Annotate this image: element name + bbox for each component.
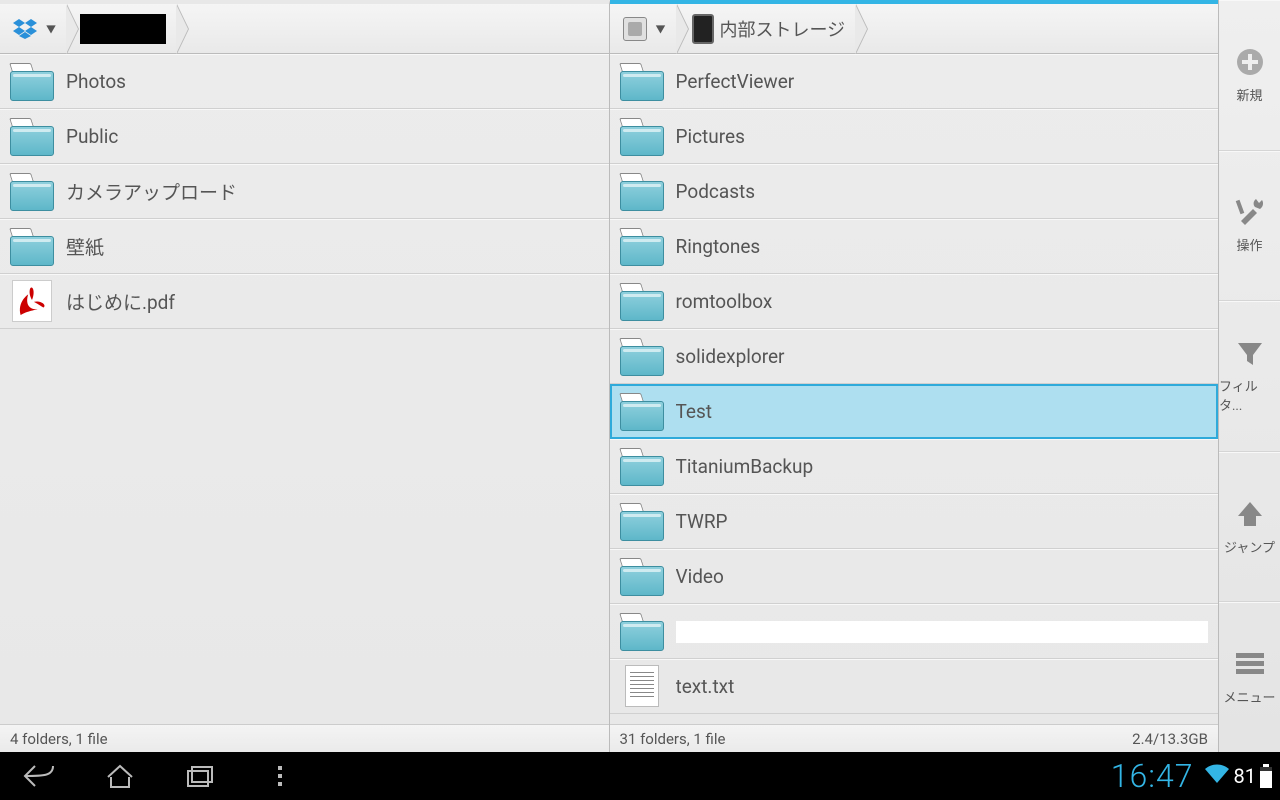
status-bar-left: 4 folders, 1 file bbox=[0, 724, 609, 752]
item-name: カメラアップロード bbox=[66, 178, 599, 205]
dropbox-icon bbox=[12, 16, 38, 42]
crumb-label: 内部ストレージ bbox=[720, 16, 846, 42]
item-name: Public bbox=[66, 125, 599, 148]
item-name: PerfectViewer bbox=[676, 70, 1209, 93]
file-list-right[interactable]: PerfectViewer Pictures Podcasts Ringtones ro… bbox=[610, 54, 1219, 724]
tools-icon bbox=[1235, 197, 1265, 227]
device-icon bbox=[690, 16, 716, 42]
item-name: はじめに.pdf bbox=[66, 288, 599, 315]
item-name: Ringtones bbox=[676, 235, 1209, 258]
left-pane: ▼ Photos Public カメラアップロード壁紙はじめに.pdf 4 fold… bbox=[0, 0, 610, 752]
pdf-icon bbox=[10, 280, 54, 324]
list-item[interactable]: Test bbox=[610, 384, 1219, 439]
list-item[interactable]: Photos bbox=[0, 54, 609, 109]
filter-icon bbox=[1235, 338, 1265, 368]
list-item[interactable]: TitaniumBackup bbox=[610, 439, 1219, 494]
list-item[interactable]: romtoolbox bbox=[610, 274, 1219, 329]
sidebar-label: 新規 bbox=[1236, 85, 1262, 104]
file-list-left[interactable]: Photos Public カメラアップロード壁紙はじめに.pdf bbox=[0, 54, 609, 724]
list-item[interactable]: Public bbox=[0, 109, 609, 164]
folder-icon bbox=[620, 445, 664, 489]
sidebar-menu-button[interactable]: メニュー bbox=[1219, 602, 1280, 752]
folder-icon bbox=[10, 60, 54, 104]
folder-icon bbox=[620, 225, 664, 269]
status-right-storage: 2.4/13.3GB bbox=[1132, 730, 1208, 748]
item-name: Podcasts bbox=[676, 180, 1209, 203]
status-bar-right: 31 folders, 1 file 2.4/13.3GB bbox=[610, 724, 1219, 752]
list-item[interactable]: Ringtones bbox=[610, 219, 1219, 274]
list-item[interactable]: TWRP bbox=[610, 494, 1219, 549]
crumb-storage-root[interactable]: ▼ bbox=[616, 4, 676, 53]
item-name: Pictures bbox=[676, 125, 1209, 148]
item-name: Test bbox=[676, 400, 1209, 423]
list-item[interactable]: はじめに.pdf bbox=[0, 274, 609, 329]
folder-icon bbox=[620, 170, 664, 214]
item-name: 壁紙 bbox=[66, 233, 599, 260]
item-name bbox=[676, 621, 1209, 643]
item-name: solidexplorer bbox=[676, 345, 1209, 368]
list-item[interactable]: PerfectViewer bbox=[610, 54, 1219, 109]
folder-icon bbox=[620, 60, 664, 104]
dropdown-caret-icon: ▼ bbox=[46, 21, 56, 36]
crumb-internal-storage[interactable]: 内部ストレージ bbox=[676, 4, 856, 53]
nav-home-button[interactable] bbox=[80, 752, 160, 800]
list-item[interactable]: text.txt bbox=[610, 659, 1219, 714]
list-item[interactable] bbox=[610, 604, 1219, 659]
status-right-text: 31 folders, 1 file bbox=[620, 730, 726, 748]
sidebar-tools-button[interactable]: 操作 bbox=[1219, 151, 1280, 302]
nav-back-button[interactable] bbox=[0, 752, 80, 800]
folder-icon bbox=[620, 500, 664, 544]
folder-icon bbox=[10, 115, 54, 159]
breadcrumb-right: ▼ 内部ストレージ bbox=[610, 4, 1219, 54]
folder-icon bbox=[10, 225, 54, 269]
folder-icon bbox=[620, 280, 664, 324]
sidebar-label: メニュー bbox=[1223, 687, 1275, 706]
dropdown-caret-icon: ▼ bbox=[656, 21, 666, 36]
plus-icon bbox=[1235, 47, 1265, 77]
list-item[interactable]: カメラアップロード bbox=[0, 164, 609, 219]
status-left-text: 4 folders, 1 file bbox=[10, 730, 108, 748]
sidebar-plus-button[interactable]: 新規 bbox=[1219, 0, 1280, 151]
sidebar-label: 操作 bbox=[1236, 235, 1262, 254]
folder-icon bbox=[10, 170, 54, 214]
sdcard-icon bbox=[622, 16, 648, 42]
folder-icon bbox=[620, 610, 664, 654]
action-sidebar: 新規操作フィルタ... ジャンプメニュー bbox=[1218, 0, 1280, 752]
folder-icon bbox=[620, 390, 664, 434]
list-item[interactable]: Pictures bbox=[610, 109, 1219, 164]
txt-icon bbox=[620, 665, 664, 709]
list-item[interactable]: Video bbox=[610, 549, 1219, 604]
account-label-redacted bbox=[80, 14, 166, 44]
battery-percent: 81 bbox=[1234, 764, 1256, 788]
menu-icon bbox=[1235, 649, 1265, 679]
crumb-account[interactable] bbox=[66, 4, 176, 53]
folder-icon bbox=[620, 335, 664, 379]
item-name: TitaniumBackup bbox=[676, 455, 1209, 478]
crumb-dropbox-root[interactable]: ▼ bbox=[6, 4, 66, 53]
folder-icon bbox=[620, 555, 664, 599]
list-item[interactable]: Podcasts bbox=[610, 164, 1219, 219]
folder-icon bbox=[620, 115, 664, 159]
sidebar-up-button[interactable]: ジャンプ bbox=[1219, 452, 1280, 603]
item-name: Video bbox=[676, 565, 1209, 588]
nav-recent-button[interactable] bbox=[160, 752, 240, 800]
sidebar-filter-button[interactable]: フィルタ... bbox=[1219, 301, 1280, 452]
up-icon bbox=[1235, 499, 1265, 529]
sidebar-label: フィルタ... bbox=[1219, 376, 1280, 414]
item-name: text.txt bbox=[676, 675, 1209, 698]
wifi-icon bbox=[1204, 763, 1230, 789]
list-item[interactable]: 壁紙 bbox=[0, 219, 609, 274]
status-clock: 16:47 bbox=[1111, 757, 1194, 795]
battery-icon bbox=[1260, 764, 1272, 788]
item-name: romtoolbox bbox=[676, 290, 1209, 313]
right-pane: ▼ 内部ストレージ PerfectViewer Pictures Podcasts R… bbox=[610, 0, 1219, 752]
sidebar-label: ジャンプ bbox=[1224, 537, 1275, 556]
breadcrumb-left: ▼ bbox=[0, 4, 609, 54]
item-name: TWRP bbox=[676, 510, 1209, 533]
android-navbar: 16:47 81 bbox=[0, 752, 1280, 800]
nav-overflow-button[interactable] bbox=[240, 752, 320, 800]
item-name: Photos bbox=[66, 70, 599, 93]
list-item[interactable]: solidexplorer bbox=[610, 329, 1219, 384]
